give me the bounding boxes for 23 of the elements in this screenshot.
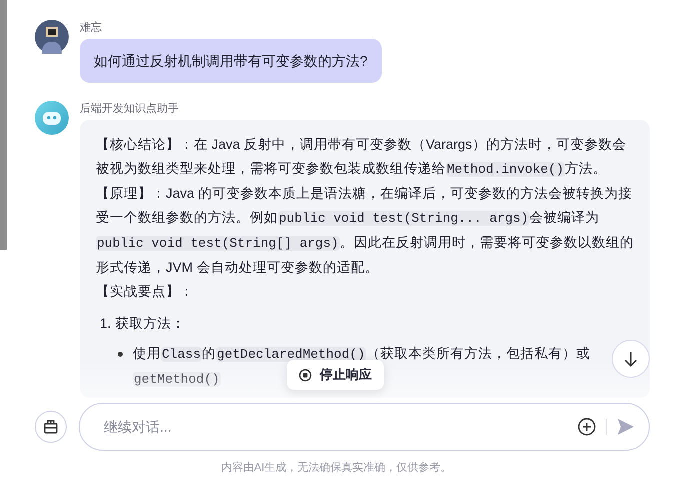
toolbox-icon — [43, 419, 59, 435]
disclaimer-text: 内容由AI生成，无法确保真实准确，仅供参考。 — [220, 460, 453, 475]
stop-response-button[interactable]: 停止响应 — [287, 360, 384, 390]
send-icon — [617, 418, 635, 436]
stop-icon — [299, 368, 312, 382]
scrollbar[interactable] — [0, 0, 7, 250]
answer-paragraph: 【实战要点】： — [96, 283, 195, 301]
answer-paragraph: 【原理】：Java 的可变参数本质上是语法糖，在编译后，可变参数的方法会被转换为接受一个数组参数的方法。例如 public void test(String... args)会被编译为 public void test(String[] args)。因此在反射调用时，需要将可变参数以数组的形式传递，JVM 会自动处理可变参数的适配。 — [96, 185, 634, 277]
robot-avatar-icon — [35, 101, 69, 135]
message-field[interactable]: 继续对话... — [79, 403, 650, 451]
add-button[interactable] — [578, 418, 596, 436]
list-number: 1. — [100, 315, 112, 333]
answer-paragraph: 【核心结论】：在 Java 反射中，调用带有可变参数（Varargs）的方法时，可变参数会被视为数组类型来处理，需将可变参数包装成数组传递给Method.invoke()方法。 — [96, 136, 628, 179]
list-heading: 获取方法： — [115, 315, 186, 333]
down-arrow-icon — [624, 351, 638, 367]
user-message-bubble: 如何通过反射机制调用带有可变参数的方法? — [80, 39, 382, 83]
sender-name: 后端开发知识点助手 — [80, 102, 180, 117]
user-avatar-icon — [35, 20, 69, 54]
sender-name: 难忘 — [80, 20, 103, 36]
bullet-dot — [118, 352, 123, 357]
message-input[interactable]: 继续对话... — [102, 418, 568, 436]
plus-circle-icon — [578, 418, 596, 436]
toolbox-button[interactable] — [35, 411, 67, 443]
